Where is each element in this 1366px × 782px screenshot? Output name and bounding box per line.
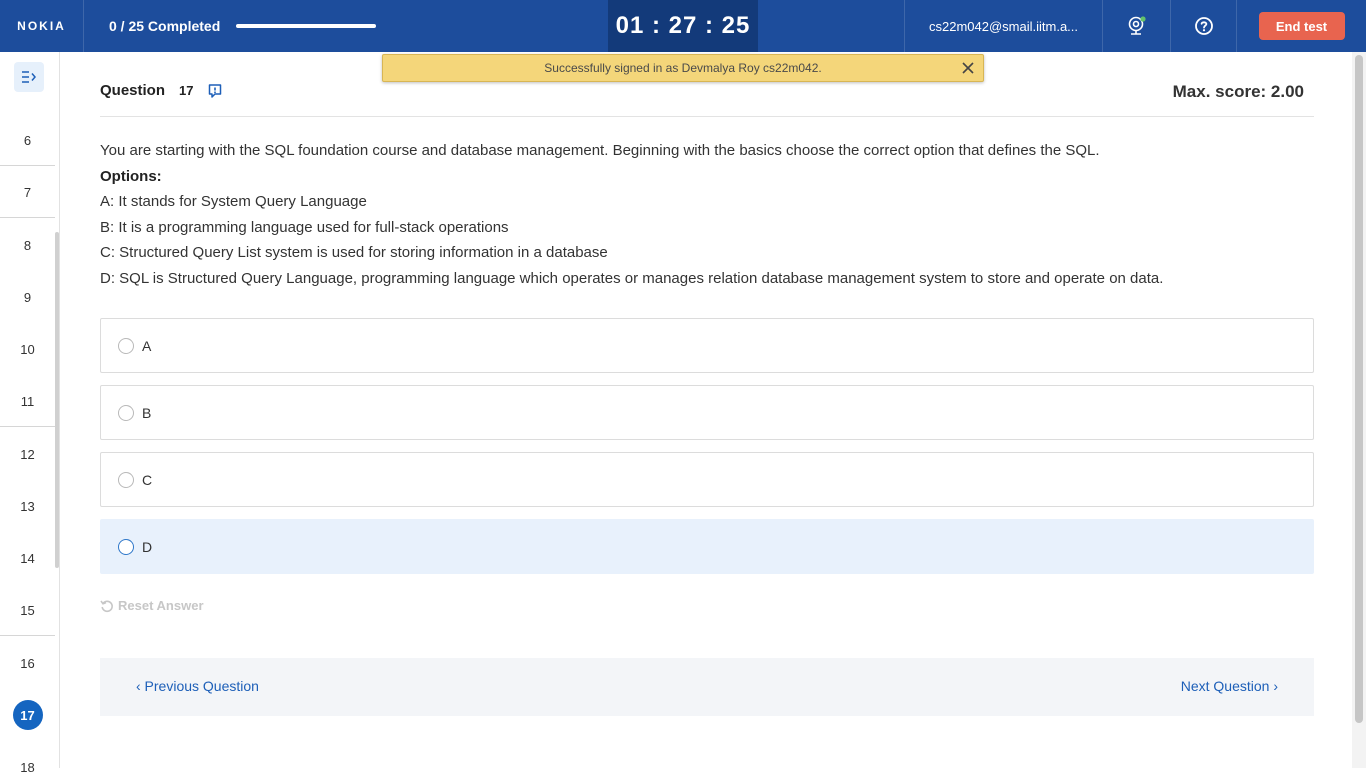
sidebar-question-18[interactable]: 18 xyxy=(0,752,55,782)
answer-option-b[interactable]: B xyxy=(100,385,1314,440)
sidebar-question-15[interactable]: 15 xyxy=(0,595,55,625)
sidebar-question-7[interactable]: 7 xyxy=(0,177,55,207)
radio-button[interactable] xyxy=(118,404,134,421)
question-label: Question xyxy=(100,82,166,99)
progress-section: 0 / 25 Completed xyxy=(84,0,608,52)
reset-answer-label: Reset Answer xyxy=(118,598,204,613)
expand-list-icon xyxy=(22,71,36,83)
toast-close-button[interactable] xyxy=(959,59,977,77)
reset-answer-button[interactable]: Reset Answer xyxy=(100,598,204,613)
options-label: Options: xyxy=(100,167,162,185)
countdown-timer: 01 : 27 : 25 xyxy=(608,0,758,52)
option-line-a: A: It stands for System Query Language xyxy=(100,193,367,211)
option-line-b: B: It is a programming language used for… xyxy=(100,218,509,236)
question-title: Question 17 xyxy=(100,82,223,99)
end-test-button[interactable]: End test xyxy=(1258,12,1345,40)
close-icon xyxy=(962,62,974,74)
user-email: cs22m042@smail.iitm.a... xyxy=(904,0,1102,52)
end-test-container: End test xyxy=(1236,0,1366,52)
sidebar-question-14[interactable]: 14 xyxy=(0,543,55,573)
next-question-button[interactable]: Next Question › xyxy=(1181,678,1278,694)
top-bar: NOKIA 0 / 25 Completed 01 : 27 : 25 cs22… xyxy=(0,0,1366,52)
help-button[interactable] xyxy=(1170,0,1236,52)
webcam-status-button[interactable] xyxy=(1102,0,1170,52)
question-navigation: ‹ Previous Question Next Question › xyxy=(100,658,1314,716)
answer-option-c[interactable]: C xyxy=(100,452,1314,507)
answer-option-label: D xyxy=(142,538,153,555)
answer-option-label: C xyxy=(142,471,153,488)
sidebar-divider xyxy=(0,165,55,166)
radio-button[interactable] xyxy=(118,471,134,488)
answer-option-label: A xyxy=(142,337,152,354)
answer-option-label: B xyxy=(142,404,152,421)
sidebar-question-16[interactable]: 16 xyxy=(0,648,55,678)
page-scrollbar-thumb[interactable] xyxy=(1355,55,1363,723)
sidebar-divider xyxy=(0,217,55,218)
sidebar-divider xyxy=(0,426,55,427)
help-icon xyxy=(1194,17,1213,35)
question-number: 17 xyxy=(179,83,194,98)
previous-question-button[interactable]: ‹ Previous Question xyxy=(136,678,259,694)
sidebar-scrollbar[interactable] xyxy=(55,232,59,568)
sidebar-question-11[interactable]: 11 xyxy=(0,386,55,416)
progress-bar xyxy=(236,24,377,28)
max-score: Max. score: 2.00 xyxy=(1172,82,1304,101)
sidebar-question-8[interactable]: 8 xyxy=(0,230,55,260)
option-line-c: C: Structured Query List system is used … xyxy=(100,244,608,262)
sidebar-question-13[interactable]: 13 xyxy=(0,491,55,521)
nokia-logo: NOKIA xyxy=(0,0,84,52)
option-line-d: D: SQL is Structured Query Language, pro… xyxy=(100,269,1164,287)
sidebar-divider xyxy=(0,635,55,636)
question-sidebar: 6 7 8 9 10 11 12 13 14 15 16 17 18 xyxy=(0,52,60,775)
sidebar-toggle-button[interactable] xyxy=(14,62,44,92)
signin-toast: Successfully signed in as Devmalya Roy c… xyxy=(382,54,984,82)
question-body: You are starting with the SQL foundation… xyxy=(100,138,1300,292)
report-issue-button[interactable] xyxy=(207,83,223,99)
sidebar-question-12[interactable]: 12 xyxy=(0,439,55,469)
webcam-icon xyxy=(1128,16,1146,35)
toast-message: Successfully signed in as Devmalya Roy c… xyxy=(544,61,822,75)
question-text: You are starting with the SQL foundation… xyxy=(100,142,1100,159)
sidebar-question-6[interactable]: 6 xyxy=(0,125,55,155)
answer-option-a[interactable]: A xyxy=(100,318,1314,373)
report-icon xyxy=(209,83,222,98)
radio-button[interactable] xyxy=(118,337,134,354)
sidebar-question-9[interactable]: 9 xyxy=(0,282,55,312)
radio-button[interactable] xyxy=(118,538,134,555)
answer-option-d[interactable]: D xyxy=(100,519,1314,574)
reset-icon xyxy=(100,600,113,612)
progress-text: 0 / 25 Completed xyxy=(109,18,221,34)
sidebar-question-17-active[interactable]: 17 xyxy=(0,700,55,730)
sidebar-question-10[interactable]: 10 xyxy=(0,334,55,364)
